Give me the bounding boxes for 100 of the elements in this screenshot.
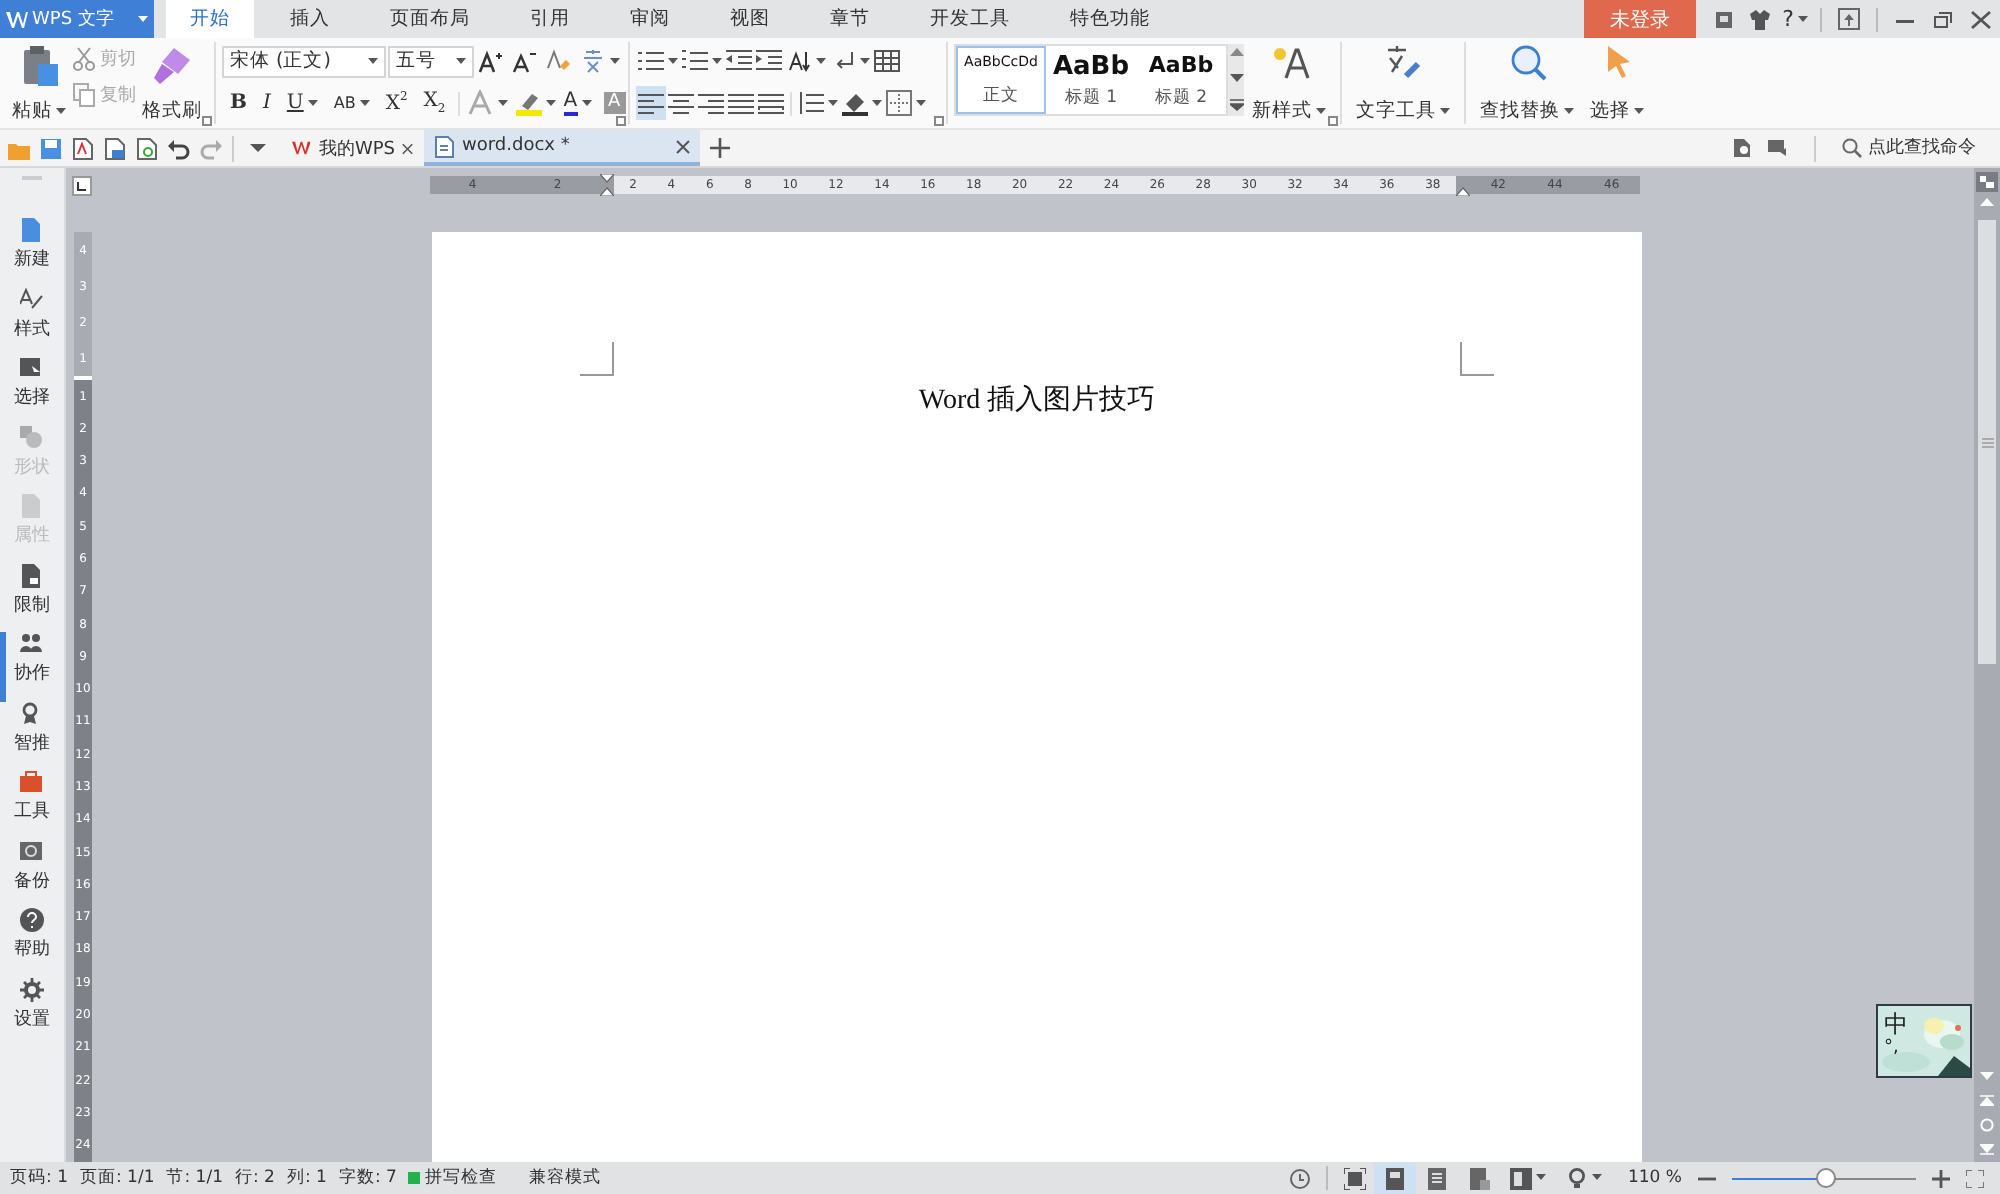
paint-bucket-icon (842, 90, 868, 116)
input-method-widget[interactable]: 中 °, (1876, 1004, 1972, 1078)
undo-icon[interactable] (168, 137, 190, 159)
help-button[interactable]: ? (1782, 6, 1808, 32)
caret-icon (1591, 1174, 1602, 1182)
dialog-launcher-icon[interactable] (1328, 116, 1338, 126)
tab-stop-icon[interactable] (72, 176, 92, 196)
dropdown-icon[interactable] (250, 143, 266, 153)
format-button[interactable]: AB (325, 86, 378, 120)
sidebar-item[interactable]: 智推 (0, 701, 64, 770)
close-icon[interactable] (1970, 9, 1992, 29)
app-menu-button[interactable]: WPS 文字 (0, 0, 154, 38)
sort-icon (786, 48, 812, 74)
split-view-icon[interactable] (1976, 172, 1998, 192)
zoom-in-icon[interactable] (1932, 1169, 1950, 1187)
status-text: 页面: 1/1 (79, 1166, 155, 1190)
history-icon[interactable] (1287, 1167, 1310, 1189)
sidebar-item[interactable]: 限制 (0, 563, 64, 632)
format-button[interactable]: X$^{2}$ (377, 86, 416, 120)
page-view-icon (1383, 1167, 1406, 1189)
format-button[interactable]: X$_{2}$ (415, 86, 454, 120)
fullscreen-icon[interactable] (1966, 1169, 1984, 1187)
new-style-button[interactable]: 新样式 (1244, 40, 1334, 124)
sidebar-item[interactable]: 帮助 (0, 908, 64, 977)
caret-icon (828, 99, 838, 107)
restore-icon[interactable] (1932, 9, 1954, 29)
view-mode-button[interactable] (1373, 1162, 1416, 1194)
fit-screen-icon[interactable] (1343, 1167, 1366, 1189)
spell-check-toggle[interactable]: 拼写检查 (408, 1166, 497, 1190)
preview-icon[interactable] (136, 137, 158, 159)
chat-icon[interactable] (1768, 138, 1788, 158)
caret-icon (1440, 107, 1450, 115)
ribbon-tab[interactable]: 页面布局 (360, 0, 500, 38)
style-preset[interactable]: AaBb 标题 1 (1046, 46, 1136, 114)
paste-button[interactable]: 粘贴 (6, 40, 72, 124)
ribbon-tab[interactable]: 引用 (500, 0, 600, 38)
borders-button[interactable] (884, 86, 928, 120)
format-button[interactable]: I (254, 86, 279, 120)
sidebar-item[interactable]: 设置 (0, 977, 64, 1046)
dialog-launcher-icon[interactable] (616, 116, 626, 126)
ribbon-tab[interactable]: 章节 (800, 0, 900, 38)
sidebar-item[interactable]: 新建 (0, 218, 64, 287)
ribbon-tab[interactable]: 开始 (166, 0, 254, 38)
sidebar-item[interactable]: 协作 (0, 632, 64, 701)
table-button[interactable] (872, 44, 902, 78)
status-text: 节: 1/1 (166, 1166, 223, 1190)
caret-icon (497, 99, 508, 107)
pdf-icon[interactable] (72, 137, 94, 159)
clear-format-icon (546, 48, 572, 74)
grow-font-icon (478, 48, 504, 74)
zoom-level-text: 110 % (1627, 1168, 1682, 1188)
font-size-field[interactable]: 五号 (388, 45, 474, 77)
close-icon[interactable] (402, 141, 414, 155)
font-name-field[interactable]: 宋体 (正文) (222, 45, 386, 77)
select-button[interactable]: 选择 (1582, 40, 1652, 124)
ribbon-tab[interactable]: 视图 (700, 0, 800, 38)
scroll-down-icon[interactable] (1229, 73, 1243, 83)
sidebar-item[interactable]: 工具 (0, 770, 64, 839)
ribbon-tab[interactable]: 开发工具 (900, 0, 1040, 38)
line-spacing-button[interactable] (796, 86, 840, 120)
scroll-up-icon[interactable] (1229, 48, 1243, 58)
scroll-thumb[interactable] (1978, 220, 1996, 664)
sidebar-item[interactable]: 样式 (0, 287, 64, 356)
sidebar-item[interactable]: 备份 (0, 839, 64, 908)
dialog-launcher-icon[interactable] (934, 116, 944, 126)
caret-icon (1316, 107, 1326, 115)
sidebar-item[interactable]: 选择 (0, 356, 64, 425)
status-text: 行: 2 (234, 1166, 275, 1190)
toolbox-icon (20, 770, 44, 794)
increase-indent-icon (756, 48, 782, 74)
more-icon[interactable] (1229, 98, 1243, 112)
print-icon[interactable] (104, 137, 126, 159)
vertical-scrollbar[interactable] (1974, 168, 2000, 1162)
decrease-indent-icon (726, 48, 752, 74)
save-icon[interactable] (40, 137, 62, 159)
document-tab[interactable]: word.docx * (424, 130, 700, 166)
format-painter-button[interactable]: 格式刷 (136, 40, 208, 124)
bullets-icon (638, 48, 664, 74)
ribbon-tab[interactable]: 插入 (260, 0, 360, 38)
format-button[interactable]: B (222, 86, 255, 120)
skin-box-icon[interactable] (1714, 9, 1735, 29)
close-icon[interactable] (676, 139, 690, 153)
text-tools-button[interactable]: 文字工具 (1348, 40, 1458, 124)
new-tab-icon[interactable] (710, 138, 730, 158)
document-icon[interactable] (1732, 138, 1752, 158)
shirt-icon[interactable] (1750, 9, 1771, 29)
help-icon (20, 908, 44, 932)
caret-icon (456, 57, 466, 65)
dialog-launcher-icon[interactable] (202, 116, 212, 126)
upload-icon[interactable] (1838, 8, 1860, 30)
document-tab[interactable]: 我的WPS (282, 130, 424, 166)
ribbon-tab[interactable]: 审阅 (600, 0, 700, 38)
format-button[interactable]: U (278, 86, 326, 120)
font-color-button[interactable]: A (559, 91, 596, 115)
logo-icon (6, 9, 28, 29)
ribbon-tab[interactable]: 特色功能 (1040, 0, 1180, 38)
style-preset[interactable]: AaBb 标题 2 (1136, 46, 1226, 114)
slider-thumb[interactable] (1815, 1168, 1836, 1188)
align-left-button[interactable] (636, 86, 666, 120)
find-replace-button[interactable]: 查找替换 (1472, 40, 1582, 124)
